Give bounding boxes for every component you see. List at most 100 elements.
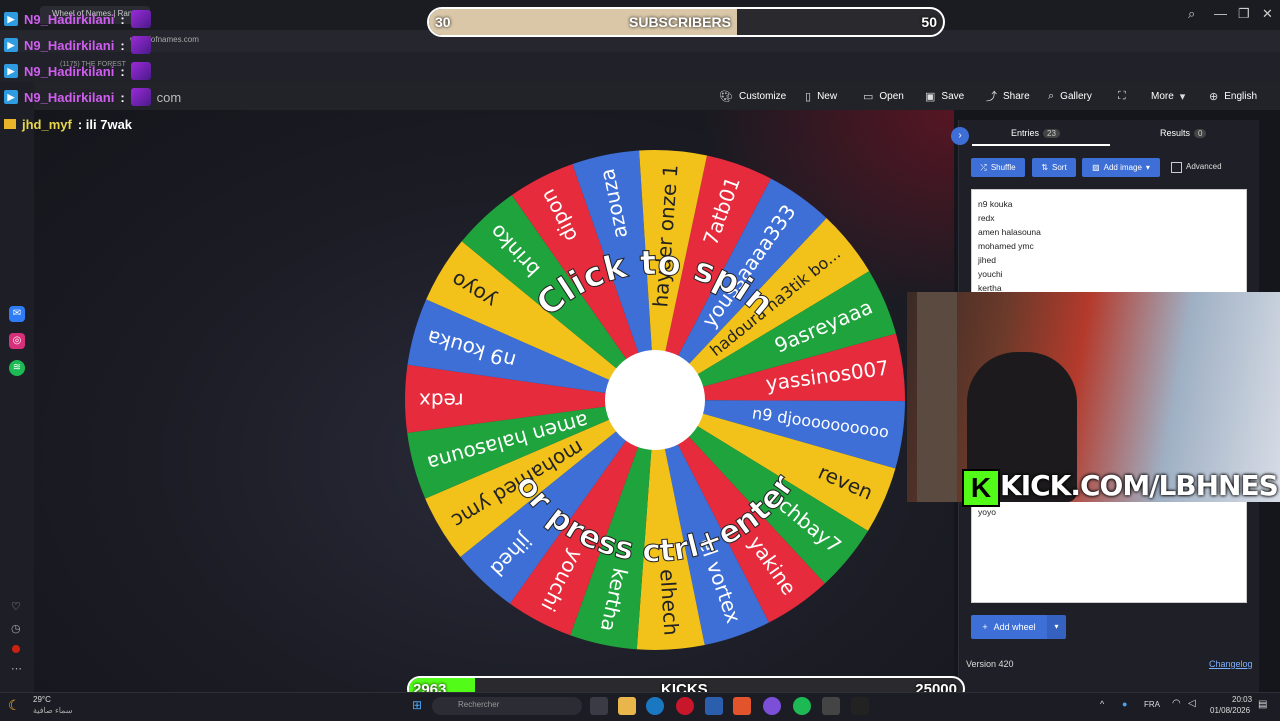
chat-user: N9_Hadirkilani [24,37,115,53]
chevron-up-icon[interactable]: ^ [1100,699,1104,709]
clock-date[interactable]: 01/08/2026 [1210,706,1250,715]
shuffle-button[interactable]: ⤮ Shuffle [971,158,1025,177]
tab-entries[interactable]: Entries 23 [1011,128,1060,138]
chat-line: ▶ N9_Hadirkilani: [4,60,151,82]
emote-icon [130,10,151,28]
entry-item: youchi [978,269,1003,279]
mic-icon[interactable]: ● [1122,699,1127,709]
advanced-checkbox[interactable] [1171,162,1182,173]
clock-time[interactable]: 20:03 [1232,695,1252,704]
chat-line: ▶ N9_Hadirkilani: [4,8,151,30]
language-button[interactable]: ⊕ English [1209,87,1257,105]
search-icon[interactable]: ⌕ [1188,6,1195,22]
opera-icon[interactable] [676,697,694,715]
sub-badge-icon: ▶ [4,38,18,52]
kick-url-label: KICK.COM/LBHNES [1000,469,1279,502]
terminal-icon[interactable] [851,697,869,715]
save-icon: ▣ [925,90,936,103]
entry-item: amen halasouna [978,227,1041,237]
store-icon[interactable] [705,697,723,715]
emote-icon [130,88,151,106]
subscribers-label: SUBSCRIBERS [629,14,731,30]
plus-icon: + [982,622,988,632]
entry-item: mohamed ymc [978,241,1034,251]
chevron-down-icon: ▾ [1145,163,1150,172]
open-button[interactable]: ▭ Open [863,87,904,105]
start-icon[interactable]: ⊞ [412,698,422,712]
shuffle-label: Shuffle [990,163,1016,172]
customize-button[interactable]: 🎨︎ Customize [719,87,786,105]
add-wheel-label: Add wheel [993,622,1036,632]
chat-line: ▶ N9_Hadirkilani: [4,34,151,56]
chat-text: : [120,11,125,27]
folder-icon: ▭ [863,90,874,103]
add-wheel-dropdown[interactable]: ▾ [1047,615,1066,639]
changelog-link[interactable]: Changelog [1209,659,1253,669]
entries-count-badge: 23 [1043,129,1060,138]
wheel[interactable]: 7atb01youssaaaa333hadoura na3tik bo...9a… [403,147,907,651]
spotify-icon[interactable]: ≋ [9,360,25,376]
instagram-icon[interactable]: ◎ [9,333,25,349]
chat-user: N9_Hadirkilani [24,89,115,105]
taskbar-app-icon[interactable] [590,697,608,715]
chevron-right-icon[interactable]: › [951,127,969,145]
language-label: English [1224,90,1258,102]
webcam-background-shelf [917,292,957,502]
history-icon[interactable]: ◷ [11,622,21,635]
browser-sidebar: ✉ ◎ ≋ ♡ ◷ ⋯ [0,82,34,692]
discord-icon[interactable] [763,697,781,715]
wifi-icon[interactable]: ◠ [1172,698,1181,709]
taskbar: ☾ 29°C سماء صافية ⊞ Rechercher ^ ● FRA ◠… [0,692,1280,721]
chat-line: jhd_myf: ili 7wak [4,113,132,135]
fullscreen-button[interactable]: ⛶ [1118,87,1126,105]
tab-results[interactable]: Results 0 [1160,128,1207,138]
brave-icon[interactable] [733,697,751,715]
weather-desc: سماء صافية [33,706,73,715]
palette-icon: 🎨︎ [719,90,733,103]
new-button[interactable]: ▯ New [805,87,837,105]
notifications-icon[interactable]: ▤ [1258,699,1267,710]
gallery-label: Gallery [1060,90,1092,102]
chat-user: N9_Hadirkilani [24,63,115,79]
save-button[interactable]: ▣ Save [925,87,964,105]
notification-icon[interactable] [12,645,20,653]
heart-icon[interactable]: ♡ [11,600,21,613]
chat-line: ▶ N9_Hadirkilani: com [4,86,181,108]
file-explorer-icon[interactable] [618,697,636,715]
search-placeholder: Rechercher [458,700,500,709]
search-icon: ⌕ [1048,89,1055,102]
spotify-taskbar-icon[interactable] [793,697,811,715]
chevron-down-icon: ▾ [1054,622,1059,631]
wheel-center[interactable] [605,350,705,450]
entry-item: yoyo [978,507,996,517]
obs-icon[interactable] [822,697,840,715]
more-label: More [1151,90,1174,102]
add-wheel-button[interactable]: + Add wheel [971,615,1047,639]
more-button[interactable]: More ▾ [1151,87,1185,105]
taskbar-search[interactable]: Rechercher [432,697,582,715]
messenger-icon[interactable]: ✉ [9,306,25,322]
more-dots-icon[interactable]: ⋯ [11,662,22,675]
edge-icon[interactable] [646,697,664,715]
app-toolbar [34,82,1280,110]
entries-tab-label: Entries [1011,128,1040,138]
emote-icon [130,62,151,80]
kick-logo-icon: K [962,469,1000,507]
emote-icon [130,36,151,54]
sub-badge-icon: ▶ [4,64,18,78]
share-label: Share [1003,90,1030,102]
volume-icon[interactable]: ◁ [1188,698,1196,709]
chat-text: : [120,37,125,53]
tab-underline [972,144,1110,146]
close-icon[interactable]: ✕ [1262,6,1273,22]
share-icon: ⤴ [986,91,997,103]
sort-button[interactable]: ⇅ Sort [1032,158,1076,177]
language-indicator[interactable]: FRA [1144,700,1160,709]
wheel-segment-label: redx [419,388,464,412]
add-image-button[interactable]: ▨ Add image ▾ [1082,158,1160,177]
gallery-button[interactable]: ⌕ Gallery [1048,87,1092,105]
maximize-icon[interactable]: ❐ [1238,6,1250,22]
weather-icon[interactable]: ☾ [8,697,21,714]
share-button[interactable]: ⤴ Share [986,87,1030,105]
minimize-icon[interactable]: — [1214,6,1227,21]
